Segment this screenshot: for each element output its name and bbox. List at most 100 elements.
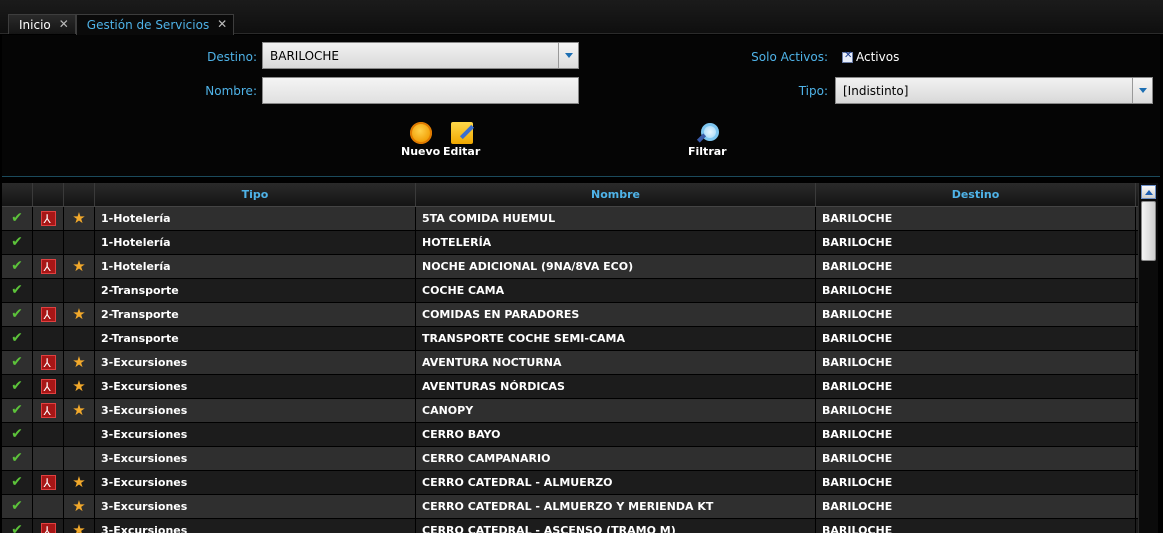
nuevo-label: Nuevo — [401, 145, 441, 158]
star-icon[interactable]: ★ — [72, 519, 85, 533]
scroll-up-icon[interactable] — [1141, 185, 1156, 199]
star-cell — [64, 231, 95, 254]
pdf-cell — [33, 375, 64, 398]
nuevo-button[interactable]: Nuevo — [401, 122, 440, 158]
star-icon[interactable]: ★ — [72, 375, 85, 398]
destino-cell: BARILOCHE — [816, 495, 1136, 518]
star-cell: ★ — [64, 519, 95, 533]
table-row[interactable]: ✔ ★ 3-ExcursionesAVENTURAS NÓRDICASBARILOC… — [2, 375, 1138, 399]
pdf-icon[interactable] — [40, 400, 56, 422]
scroll-thumb[interactable] — [1141, 201, 1156, 261]
destino-value: BARILOCHE — [270, 49, 340, 63]
pdf-cell — [33, 231, 64, 254]
chevron-down-icon[interactable] — [558, 43, 578, 68]
header-active-column[interactable] — [2, 183, 33, 206]
filtrar-button[interactable]: Filtrar — [688, 122, 727, 158]
table-row[interactable]: ✔ ★ 3-ExcursionesCANOPYBARILOCHE — [2, 399, 1138, 423]
check-icon: ✔ — [11, 426, 23, 442]
table-row[interactable]: ✔ ★ 1-Hotelería5TA COMIDA HUEMULBARILOCHE — [2, 207, 1138, 231]
pdf-icon[interactable] — [40, 256, 56, 278]
pdf-cell — [33, 495, 64, 518]
star-icon[interactable]: ★ — [72, 303, 85, 326]
pdf-cell — [33, 519, 64, 533]
nombre-label: Nombre: — [205, 84, 257, 98]
star-icon[interactable]: ★ — [72, 255, 85, 278]
table-row[interactable]: ✔ 3-Excursiones CERRO CAMPANARIO BARILOCHE — [2, 447, 1138, 471]
check-icon: ✔ — [11, 234, 23, 250]
close-icon[interactable]: ✕ — [217, 17, 227, 31]
solo-activos-label: Solo Activos: — [751, 50, 828, 64]
tipo-select[interactable]: [Indistinto] — [835, 77, 1153, 104]
star-icon[interactable]: ★ — [72, 495, 85, 518]
close-icon[interactable]: ✕ — [59, 17, 69, 31]
star-icon[interactable]: ★ — [72, 207, 85, 230]
table-row[interactable]: ✔ 3-Excursiones CERRO BAYO BARILOCHE — [2, 423, 1138, 447]
table-row[interactable]: ✔ ★ 3-ExcursionesCERRO CATEDRAL - ALMUERZO… — [2, 495, 1138, 519]
active-cell: ✔ — [2, 375, 33, 398]
pdf-icon[interactable] — [40, 208, 56, 230]
chevron-down-icon[interactable] — [1132, 78, 1152, 103]
nombre-cell: NOCHE ADICIONAL (9NA/8VA ECO) — [416, 255, 816, 278]
table-row[interactable]: ✔ ★ 3-ExcursionesCERRO CATEDRAL - ALMUERZO… — [2, 471, 1138, 495]
table-row[interactable]: ✔ 2-Transporte COCHE CAMA BARILOCHE — [2, 279, 1138, 303]
pdf-cell — [33, 255, 64, 278]
activos-checkbox[interactable] — [842, 50, 853, 63]
pdf-icon[interactable] — [40, 352, 56, 374]
star-icon[interactable]: ★ — [72, 399, 85, 422]
destino-cell: BARILOCHE — [816, 303, 1136, 326]
destino-cell: BARILOCHE — [816, 519, 1136, 533]
nombre-cell: CERRO CAMPANARIO — [416, 447, 816, 470]
header-pdf-column[interactable] — [33, 183, 64, 206]
nombre-cell: COMIDAS EN PARADORES — [416, 303, 816, 326]
active-cell: ✔ — [2, 351, 33, 374]
header-destino[interactable]: Destino — [816, 183, 1136, 206]
pdf-icon[interactable] — [40, 376, 56, 398]
destino-cell: BARILOCHE — [816, 399, 1136, 422]
tab-gestion-servicios[interactable]: Gestión de Servicios ✕ — [75, 14, 235, 35]
tipo-cell: 1-Hotelería — [95, 207, 416, 230]
pdf-icon[interactable] — [40, 304, 56, 326]
table-row[interactable]: ✔ ★ 1-HoteleríaNOCHE ADICIONAL (9NA/8VA EC… — [2, 255, 1138, 279]
star-cell — [64, 279, 95, 302]
destino-select[interactable]: BARILOCHE — [262, 42, 579, 69]
destino-cell: BARILOCHE — [816, 423, 1136, 446]
pdf-cell — [33, 447, 64, 470]
active-cell: ✔ — [2, 327, 33, 350]
active-cell: ✔ — [2, 423, 33, 446]
table-row[interactable]: ✔ 1-Hotelería HOTELERÍA BARILOCHE — [2, 231, 1138, 255]
nombre-cell: CERRO BAYO — [416, 423, 816, 446]
destino-cell: BARILOCHE — [816, 351, 1136, 374]
tipo-cell: 3-Excursiones — [95, 399, 416, 422]
check-icon: ✔ — [11, 474, 23, 490]
tipo-cell: 3-Excursiones — [95, 375, 416, 398]
vertical-scrollbar[interactable] — [1138, 183, 1158, 533]
editar-button[interactable]: Editar — [443, 122, 480, 158]
star-icon[interactable]: ★ — [72, 351, 85, 374]
pdf-icon[interactable] — [40, 472, 56, 494]
nombre-cell: CERRO CATEDRAL - ALMUERZO Y MERIENDA KT — [416, 495, 816, 518]
table-row[interactable]: ✔ ★ 3-ExcursionesCERRO CATEDRAL - ASCENSO … — [2, 519, 1138, 533]
grid-body: ✔★1-Hotelería5TA COMIDA HUEMULBARILOCHE✔… — [2, 207, 1138, 533]
tipo-value: [Indistinto] — [843, 84, 909, 98]
star-icon[interactable]: ★ — [72, 471, 85, 494]
star-cell: ★ — [64, 471, 95, 494]
table-row[interactable]: ✔ ★ 3-ExcursionesAVENTURA NOCTURNABARILOCH… — [2, 351, 1138, 375]
activos-label: Activos — [856, 50, 900, 64]
services-grid: Tipo Nombre Destino ✔★1-Hotelería5TA COM… — [2, 183, 1138, 533]
check-icon: ✔ — [11, 498, 23, 514]
tipo-cell: 3-Excursiones — [95, 351, 416, 374]
nombre-input[interactable] — [262, 77, 579, 104]
header-tipo[interactable]: Tipo — [95, 183, 416, 206]
table-row[interactable]: ✔ 2-Transporte TRANSPORTE COCHE SEMI-CAMA B… — [2, 327, 1138, 351]
check-icon: ✔ — [11, 402, 23, 418]
tab-label: Gestión de Servicios — [86, 18, 210, 32]
header-star-column[interactable] — [64, 183, 95, 206]
active-cell: ✔ — [2, 399, 33, 422]
tipo-cell: 3-Excursiones — [95, 447, 416, 470]
search-icon — [696, 122, 720, 144]
check-icon: ✔ — [11, 306, 23, 322]
header-nombre[interactable]: Nombre — [416, 183, 816, 206]
pdf-icon[interactable] — [40, 520, 56, 533]
tab-inicio[interactable]: Inicio ✕ — [8, 14, 76, 34]
table-row[interactable]: ✔ ★ 2-TransporteCOMIDAS EN PARADORESBARILO… — [2, 303, 1138, 327]
